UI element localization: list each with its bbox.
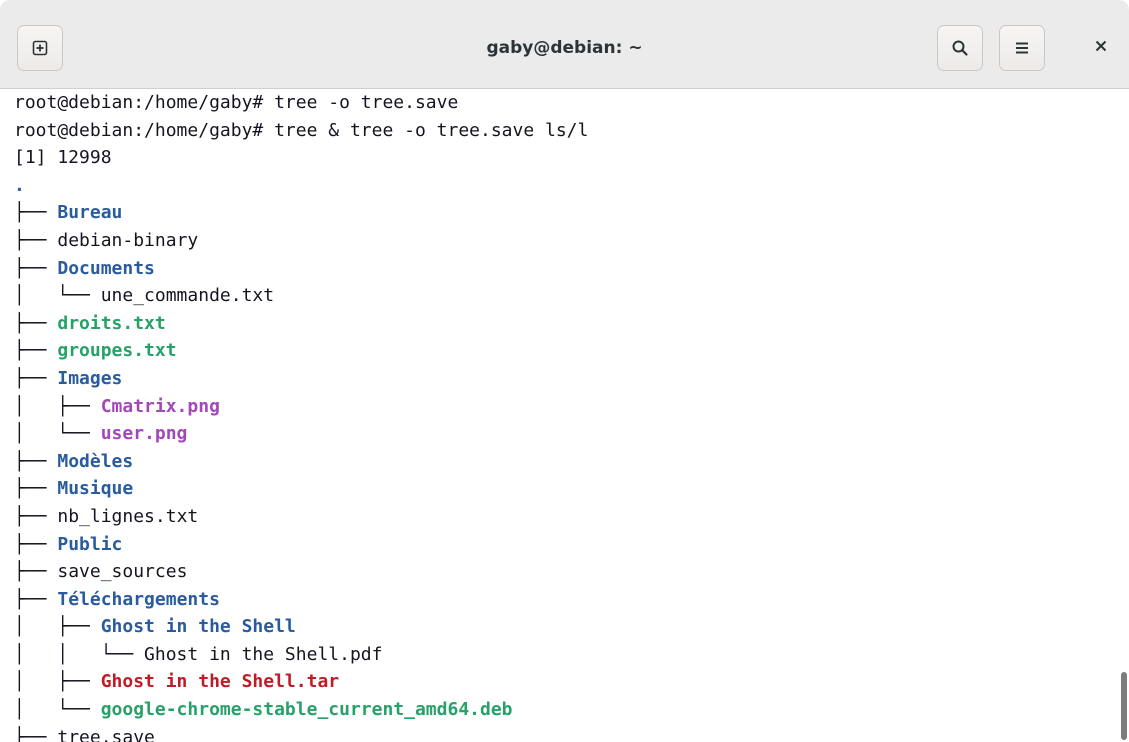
tree-branch: │ ├── — [14, 616, 101, 638]
command-line-text: root@debian:/home/gaby# tree & tree -o t… — [14, 119, 589, 141]
tree-branch: ├── — [14, 340, 58, 362]
new-tab-button[interactable] — [17, 25, 63, 71]
directory-entry: Images — [57, 367, 123, 389]
directory-entry: Public — [57, 533, 123, 555]
tree-branch: │ ├── — [14, 671, 101, 693]
command-line-text: root@debian:/home/gaby# tree -o tree.sav… — [14, 92, 459, 113]
terminal-line: root@debian:/home/gaby# tree & tree -o t… — [14, 117, 1129, 145]
terminal-line: │ └── google-chrome-stable_current_amd64… — [14, 696, 1129, 724]
file-entry: debian-binary — [57, 229, 199, 251]
file-entry: droits.txt — [57, 312, 166, 334]
terminal-line: ├── groupes.txt — [14, 337, 1129, 365]
terminal-line: ├── save_sources — [14, 558, 1129, 586]
hamburger-menu-icon — [1014, 41, 1030, 55]
terminal-line: ├── Téléchargements — [14, 586, 1129, 614]
tree-branch: ├── — [14, 726, 58, 742]
file-entry: Ghost in the Shell.pdf — [144, 643, 383, 665]
tree-branch: ├── — [14, 312, 58, 334]
directory-entry: Musique — [57, 478, 134, 500]
file-entry: google-chrome-stable_current_amd64.deb — [100, 699, 513, 721]
command-line-text: [1] 12998 — [14, 147, 112, 169]
file-entry: save_sources — [57, 561, 188, 583]
tree-branch: ├── — [14, 257, 58, 279]
tree-branch: │ └── — [14, 699, 101, 721]
directory-entry: Documents — [57, 257, 155, 279]
terminal-line: ├── Public — [14, 531, 1129, 559]
file-entry: nb_lignes.txt — [57, 505, 199, 527]
tree-branch: ├── — [14, 478, 58, 500]
tree-branch: │ │ └── — [14, 643, 145, 665]
terminal-line: ├── nb_lignes.txt — [14, 503, 1129, 531]
terminal-output[interactable]: root@debian:/home/gaby# tree -o tree.sav… — [0, 89, 1129, 742]
file-entry: user.png — [100, 423, 188, 445]
tree-branch: ├── — [14, 533, 58, 555]
directory-entry: Modèles — [57, 450, 134, 472]
tree-branch: ├── — [14, 229, 58, 251]
terminal-window: gaby@debian: ~ root@debian:/home/gaby# t… — [0, 0, 1129, 742]
search-icon — [951, 39, 969, 57]
terminal-line: ├── Bureau — [14, 199, 1129, 227]
terminal-line: │ ├── Ghost in the Shell — [14, 613, 1129, 641]
file-entry: Cmatrix.png — [100, 395, 220, 417]
vertical-scrollbar[interactable] — [1121, 672, 1127, 740]
close-button[interactable] — [1081, 25, 1121, 71]
tree-branch: ├── — [14, 588, 58, 610]
terminal-line: ├── droits.txt — [14, 310, 1129, 338]
new-tab-icon — [32, 40, 48, 56]
terminal-line: root@debian:/home/gaby# tree -o tree.sav… — [14, 89, 1129, 117]
tree-branch: │ ├── — [14, 395, 101, 417]
terminal-line: │ └── user.png — [14, 420, 1129, 448]
titlebar: gaby@debian: ~ — [0, 0, 1129, 89]
file-entry: groupes.txt — [57, 340, 177, 362]
terminal-line: ├── debian-binary — [14, 227, 1129, 255]
tree-branch: ├── — [14, 561, 58, 583]
file-entry: une_commande.txt — [100, 285, 275, 307]
directory-entry: Téléchargements — [57, 588, 220, 610]
tree-branch: ├── — [14, 367, 58, 389]
terminal-line: ├── Images — [14, 365, 1129, 393]
terminal-line: ├── Documents — [14, 255, 1129, 283]
tree-branch: │ └── — [14, 285, 101, 307]
directory-entry: Bureau — [57, 202, 123, 224]
search-button[interactable] — [937, 25, 983, 71]
file-entry: tree.save — [57, 726, 155, 742]
terminal-line: . — [14, 172, 1129, 200]
terminal-line: ├── Modèles — [14, 448, 1129, 476]
terminal-line: │ ├── Ghost in the Shell.tar — [14, 668, 1129, 696]
tree-branch: ├── — [14, 450, 58, 472]
terminal-line: │ └── une_commande.txt — [14, 282, 1129, 310]
terminal-line: ├── Musique — [14, 475, 1129, 503]
file-entry: Ghost in the Shell.tar — [100, 671, 340, 693]
directory-entry: Ghost in the Shell — [100, 616, 296, 638]
terminal-line: ├── tree.save — [14, 724, 1129, 742]
terminal-line: │ ├── Cmatrix.png — [14, 393, 1129, 421]
tree-branch: │ └── — [14, 423, 101, 445]
tree-branch: ├── — [14, 505, 58, 527]
close-icon — [1095, 39, 1107, 57]
terminal-line: [1] 12998 — [14, 144, 1129, 172]
tree-branch: ├── — [14, 202, 58, 224]
terminal-line: │ │ └── Ghost in the Shell.pdf — [14, 641, 1129, 669]
menu-button[interactable] — [999, 25, 1045, 71]
file-entry: . — [14, 174, 25, 196]
